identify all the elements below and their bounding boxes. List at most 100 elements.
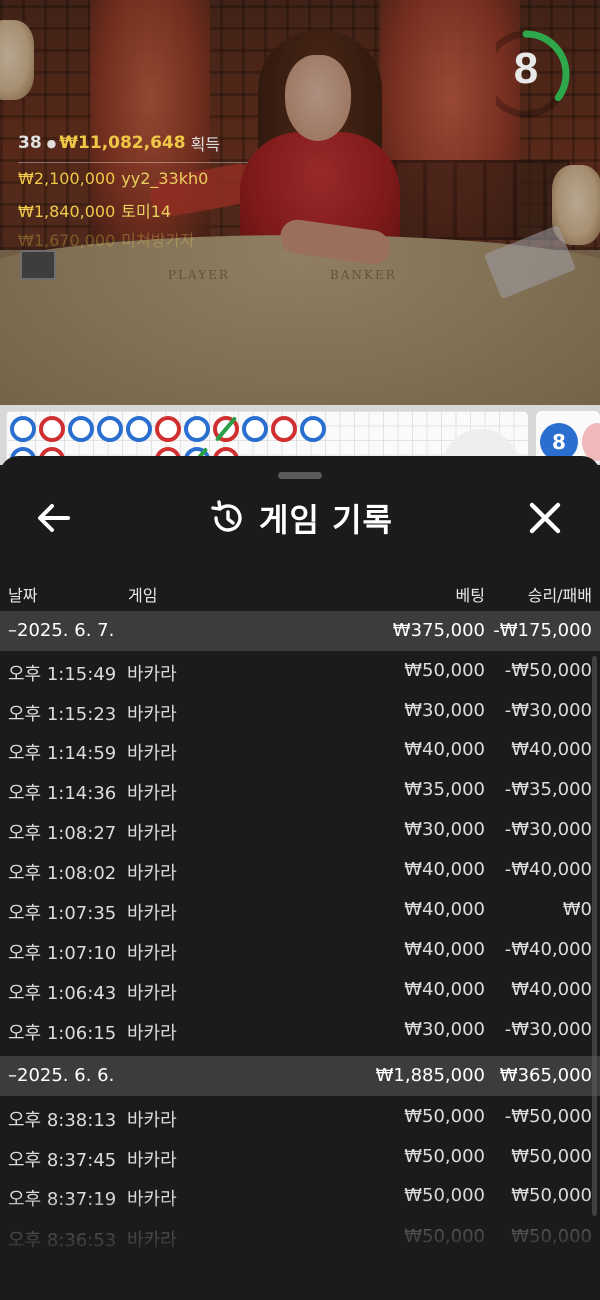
row-result: -₩40,000	[504, 939, 592, 960]
row-bet: ₩50,000	[404, 1226, 485, 1247]
row-time: 오후 1:15:23	[8, 704, 117, 725]
winners-divider	[18, 162, 248, 163]
row-game: 바카라	[127, 704, 177, 725]
row-time: 오후 1:14:59	[8, 743, 117, 764]
row-game: 바카라	[127, 783, 177, 804]
bead-banker	[271, 416, 297, 442]
winner-entry: ₩2,100,000 yy2_33kh0	[18, 169, 248, 198]
column-headers: 날짜 게임 베팅 승리/패배	[0, 574, 600, 610]
column-game: 게임	[128, 586, 158, 605]
row-game: 바카라	[127, 863, 177, 884]
history-row[interactable]: 오후 8:37:45 바카라 ₩50,000 ₩50,000	[0, 1138, 600, 1178]
group-date: –2025. 6. 7.	[8, 620, 115, 641]
row-result: ₩50,000	[511, 1226, 592, 1247]
row-result: -₩50,000	[504, 660, 592, 681]
winner-name: 미쳐방가자	[121, 231, 195, 250]
row-time: 오후 8:37:45	[8, 1150, 117, 1171]
history-row[interactable]: 오후 1:14:59 바카라 ₩40,000 ₩40,000	[0, 731, 600, 771]
winners-summary: 38 ● ₩11,082,648 획득	[18, 132, 248, 154]
row-time: 오후 8:36:53	[8, 1230, 117, 1251]
row-bet: ₩50,000	[404, 660, 485, 681]
winner-entry: ₩1,670,000 미쳐방가자	[18, 227, 248, 256]
countdown-timer: 8	[496, 28, 572, 120]
drag-handle[interactable]	[278, 472, 322, 479]
row-game: 바카라	[127, 1189, 177, 1210]
row-game: 바카라	[127, 1110, 177, 1131]
row-result: ₩0	[562, 899, 592, 920]
bead-player	[300, 416, 326, 442]
bead-banker	[39, 416, 65, 442]
bead-player	[68, 416, 94, 442]
history-icon	[211, 500, 242, 532]
row-result: ₩50,000	[511, 1146, 592, 1167]
row-result: -₩30,000	[504, 819, 592, 840]
row-time: 오후 1:06:15	[8, 1023, 117, 1044]
group-result-total: ₩365,000	[499, 1065, 592, 1086]
column-bet: 베팅	[455, 586, 485, 605]
row-game: 바카라	[127, 1150, 177, 1171]
winner-name: 토미14	[121, 202, 172, 221]
row-result: -₩40,000	[504, 859, 592, 880]
bead-player	[97, 416, 123, 442]
row-result: ₩40,000	[511, 739, 592, 760]
row-result: -₩50,000	[504, 1106, 592, 1127]
scrollbar[interactable]	[592, 656, 597, 1216]
column-result: 승리/패배	[527, 586, 592, 605]
row-result: -₩30,000	[504, 1019, 592, 1040]
history-row[interactable]: 오후 8:37:19 바카라 ₩50,000 ₩50,000	[0, 1177, 600, 1217]
winner-amount: ₩2,100,000	[18, 169, 116, 188]
date-group-header[interactable]: –2025. 6. 6. ₩1,885,000 ₩365,000	[0, 1056, 600, 1096]
history-row[interactable]: 오후 1:07:35 바카라 ₩40,000 ₩0	[0, 891, 600, 931]
column-date: 날짜	[8, 586, 38, 605]
group-bet-total: ₩1,885,000	[375, 1065, 485, 1086]
row-result: ₩50,000	[511, 1185, 592, 1206]
row-bet: ₩40,000	[404, 939, 485, 960]
live-video[interactable]: PLAYER BANKER 38 ● ₩11,082,648 획득 ₩2,100…	[0, 0, 600, 405]
winner-amount: ₩1,840,000	[18, 202, 116, 221]
row-bet: ₩40,000	[404, 899, 485, 920]
sheet-header: 게임 기록	[0, 486, 600, 550]
row-time: 오후 1:15:49	[8, 664, 117, 685]
row-bet: ₩50,000	[404, 1106, 485, 1127]
history-row[interactable]: 오후 1:07:10 바카라 ₩40,000 -₩40,000	[0, 931, 600, 971]
timer-value: 8	[513, 44, 539, 93]
row-result: -₩35,000	[504, 779, 592, 800]
page-title: 게임 기록	[259, 501, 393, 539]
history-row[interactable]: 오후 8:38:13 바카라 ₩50,000 -₩50,000	[0, 1098, 600, 1138]
bead-player	[10, 416, 36, 442]
row-result: -₩30,000	[504, 700, 592, 721]
close-icon	[529, 502, 561, 534]
row-game: 바카라	[127, 743, 177, 764]
row-bet: ₩50,000	[404, 1185, 485, 1206]
winner-name: yy2_33kh0	[121, 169, 209, 188]
row-bet: ₩30,000	[404, 1019, 485, 1040]
history-row[interactable]: 오후 1:15:23 바카라 ₩30,000 -₩30,000	[0, 692, 600, 732]
row-time: 오후 8:38:13	[8, 1110, 117, 1131]
row-bet: ₩30,000	[404, 819, 485, 840]
winner-count: 38	[18, 133, 42, 153]
winners-total: ₩11,082,648	[59, 133, 186, 153]
winners-panel: 38 ● ₩11,082,648 획득 ₩2,100,000 yy2_33kh0 …	[18, 132, 248, 256]
row-game: 바카라	[127, 943, 177, 964]
history-row[interactable]: 오후 1:06:15 바카라 ₩30,000 -₩30,000	[0, 1011, 600, 1051]
history-row[interactable]: 오후 1:06:43 바카라 ₩40,000 ₩40,000	[0, 971, 600, 1011]
close-button[interactable]	[520, 494, 570, 542]
row-time: 오후 1:07:10	[8, 943, 117, 964]
history-row[interactable]: 오후 1:15:49 바카라 ₩50,000 -₩50,000	[0, 652, 600, 692]
date-group-header[interactable]: –2025. 6. 7. ₩375,000 -₩175,000	[0, 611, 600, 651]
back-button[interactable]	[30, 496, 78, 540]
person-icon: ●	[46, 136, 57, 150]
row-time: 오후 1:07:35	[8, 903, 117, 924]
row-time: 오후 8:37:19	[8, 1189, 117, 1210]
title-group: 게임 기록	[0, 486, 600, 550]
history-row[interactable]: 오후 1:08:27 바카라 ₩30,000 -₩30,000	[0, 811, 600, 851]
row-game: 바카라	[127, 1230, 177, 1251]
row-time: 오후 1:06:43	[8, 983, 117, 1004]
history-row[interactable]: 오후 1:08:02 바카라 ₩40,000 -₩40,000	[0, 851, 600, 891]
history-row[interactable]: 오후 1:14:36 바카라 ₩35,000 -₩35,000	[0, 771, 600, 811]
group-result-total: -₩175,000	[493, 620, 592, 641]
history-row[interactable]: 오후 8:36:53 바카라 ₩50,000 ₩50,000	[0, 1218, 600, 1258]
group-bet-total: ₩375,000	[392, 620, 485, 641]
row-bet: ₩50,000	[404, 1146, 485, 1167]
winners-won-label: 획득	[190, 135, 221, 154]
